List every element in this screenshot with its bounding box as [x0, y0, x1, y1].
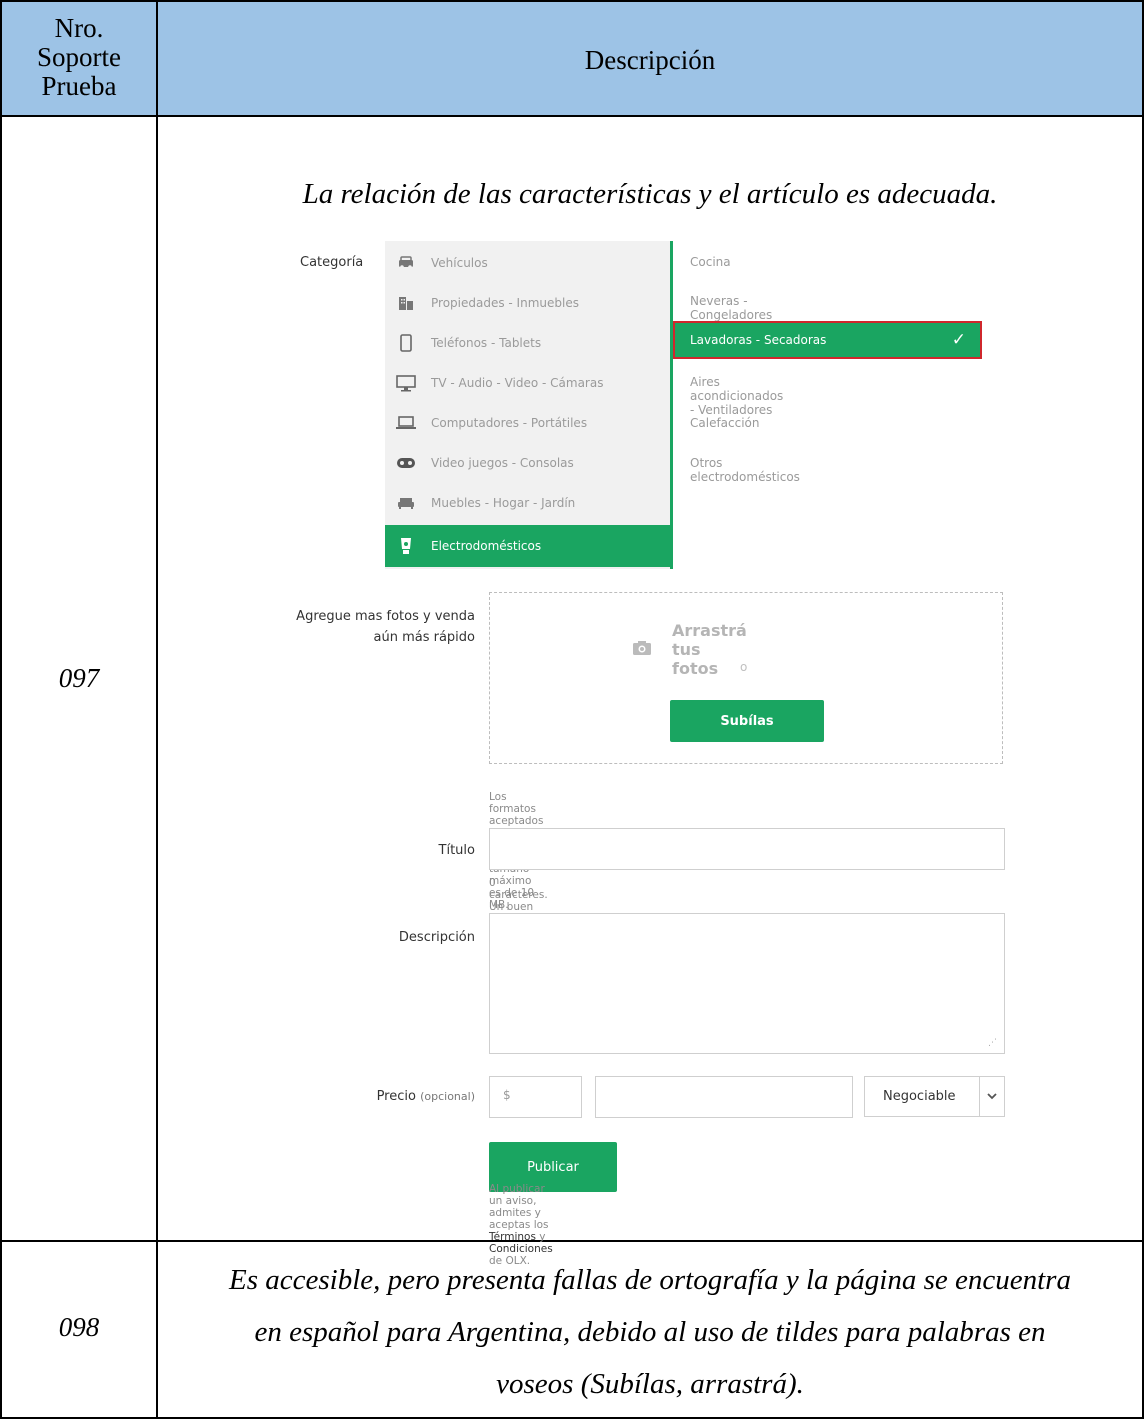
dropzone-title-text: Arrastrá tus fotos	[672, 621, 747, 678]
category-item-electrodomesticos[interactable]: Electrodomésticos	[385, 525, 670, 567]
caption-line: en español para Argentina, debido al uso…	[254, 1316, 1046, 1348]
header-line: Nro.	[54, 13, 104, 43]
category-item-tv[interactable]: TV - Audio - Video - Cámaras	[385, 363, 670, 403]
row-number-098: 098	[58, 1312, 100, 1342]
dropzone-title: Arrastrá tus fotos	[632, 621, 747, 678]
row-caption-098: Es accesible, pero presenta fallas de or…	[158, 1254, 1142, 1410]
table-border-left	[0, 0, 2, 1419]
header-column-number: Nro. Soporte Prueba	[2, 14, 156, 101]
header-column-description: Descripción	[584, 45, 716, 75]
subcategory-item[interactable]: Calefacción	[690, 416, 760, 430]
photos-label-line: aún más rápido	[373, 630, 476, 645]
camera-icon	[632, 639, 652, 661]
row-caption-097: La relación de las características y el …	[302, 178, 998, 210]
appliance-icon	[395, 537, 417, 555]
caption-line: voseos (Subílas, arrastrá).	[496, 1368, 804, 1400]
subcategory-item[interactable]: Cocina	[690, 255, 731, 269]
category-label-text: TV - Audio - Video - Cámaras	[431, 376, 604, 390]
terms-prefix: Al publicar un aviso, admites y aceptas …	[489, 1183, 549, 1231]
category-divider	[670, 241, 673, 569]
subcategory-selected-label: Lavadoras - Secadoras	[690, 333, 827, 347]
header-line: Soporte	[37, 42, 121, 72]
table-header-divider	[0, 115, 1144, 117]
category-label-text: Computadores - Portátiles	[431, 416, 588, 430]
price-label: Precio (opcional)	[300, 1089, 475, 1104]
phone-icon	[395, 334, 417, 352]
table-column-divider	[156, 0, 158, 1419]
category-list: Vehículos Propiedades - Inmuebles Teléfo…	[385, 241, 670, 569]
price-input[interactable]	[595, 1076, 853, 1118]
category-item-videojuegos[interactable]: Video juegos - Consolas	[385, 443, 670, 483]
category-label-text: Video juegos - Consolas	[431, 456, 574, 470]
header-line: Prueba	[41, 71, 117, 101]
gamepad-icon	[395, 454, 417, 472]
category-item-telefonos[interactable]: Teléfonos - Tablets	[385, 323, 670, 363]
category-item-vehiculos[interactable]: Vehículos	[385, 243, 670, 283]
subcategory-item[interactable]: Neveras - Congeladores	[690, 294, 772, 322]
car-icon	[395, 254, 417, 272]
subcategory-item[interactable]: Otros electrodomésticos	[690, 456, 800, 484]
laptop-icon	[395, 414, 417, 432]
monitor-icon	[395, 374, 417, 392]
terms-link[interactable]: Términos	[489, 1231, 536, 1243]
category-item-muebles[interactable]: Muebles - Hogar - Jardín	[385, 483, 670, 523]
terms-mid: y	[535, 1231, 546, 1243]
category-label-text: Teléfonos - Tablets	[431, 336, 542, 350]
title-label: Título	[438, 843, 475, 858]
table-row-divider	[0, 1240, 1144, 1242]
building-icon	[395, 294, 417, 312]
row-number-097: 097	[58, 663, 100, 693]
category-label: Categoría	[300, 255, 364, 270]
photos-label: Agregue mas fotos y venda aún más rápido	[230, 606, 475, 648]
subcategory-item-selected[interactable]: Lavadoras - Secadoras ✓	[673, 321, 982, 359]
subcategory-item[interactable]: Aires acondicionados - Ventiladores	[690, 375, 783, 417]
category-label-text: Vehículos	[431, 256, 488, 270]
terms-suffix: de OLX.	[489, 1255, 531, 1267]
description-textarea[interactable]	[489, 913, 1005, 1054]
category-label-text: Muebles - Hogar - Jardín	[431, 496, 576, 510]
price-label-text: Precio	[376, 1089, 416, 1104]
category-item-computadores[interactable]: Computadores - Portátiles	[385, 403, 670, 443]
table-border-top	[0, 0, 1144, 2]
negotiable-select-value: Negociable	[883, 1089, 956, 1104]
category-item-propiedades[interactable]: Propiedades - Inmuebles	[385, 283, 670, 323]
currency-symbol: $	[503, 1088, 511, 1102]
chevron-down-icon	[979, 1077, 1004, 1116]
dropzone-or: o	[740, 660, 748, 674]
upload-button[interactable]: Subílas	[670, 700, 824, 742]
price-optional-text: (opcional)	[420, 1090, 475, 1103]
caption-line: Es accesible, pero presenta fallas de or…	[229, 1264, 1071, 1296]
description-label: Descripción	[398, 930, 475, 945]
resize-handle-icon[interactable]: ⋰	[988, 1038, 997, 1048]
category-label-text: Propiedades - Inmuebles	[431, 296, 579, 310]
category-label-text: Electrodomésticos	[431, 539, 542, 553]
check-icon: ✓	[951, 330, 966, 350]
photos-label-line: Agregue mas fotos y venda	[296, 609, 475, 624]
negotiable-select[interactable]: Negociable	[864, 1076, 1005, 1117]
conditions-link[interactable]: Condiciones	[489, 1243, 553, 1255]
sofa-icon	[395, 494, 417, 512]
terms-text: Al publicar un aviso, admites y aceptas …	[489, 1183, 553, 1267]
title-input[interactable]	[489, 828, 1005, 870]
